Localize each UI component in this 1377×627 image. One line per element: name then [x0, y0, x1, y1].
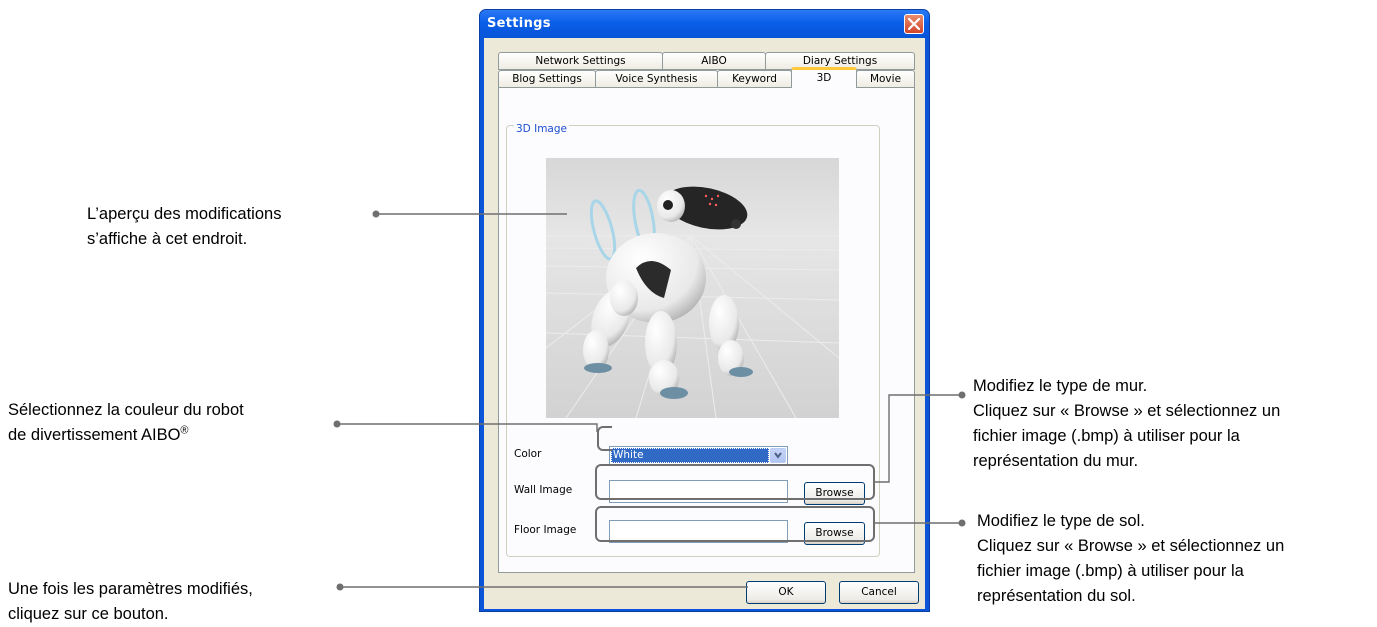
callout-leader-lines	[333, 210, 966, 591]
tab-3d[interactable]: 3D	[791, 67, 857, 88]
